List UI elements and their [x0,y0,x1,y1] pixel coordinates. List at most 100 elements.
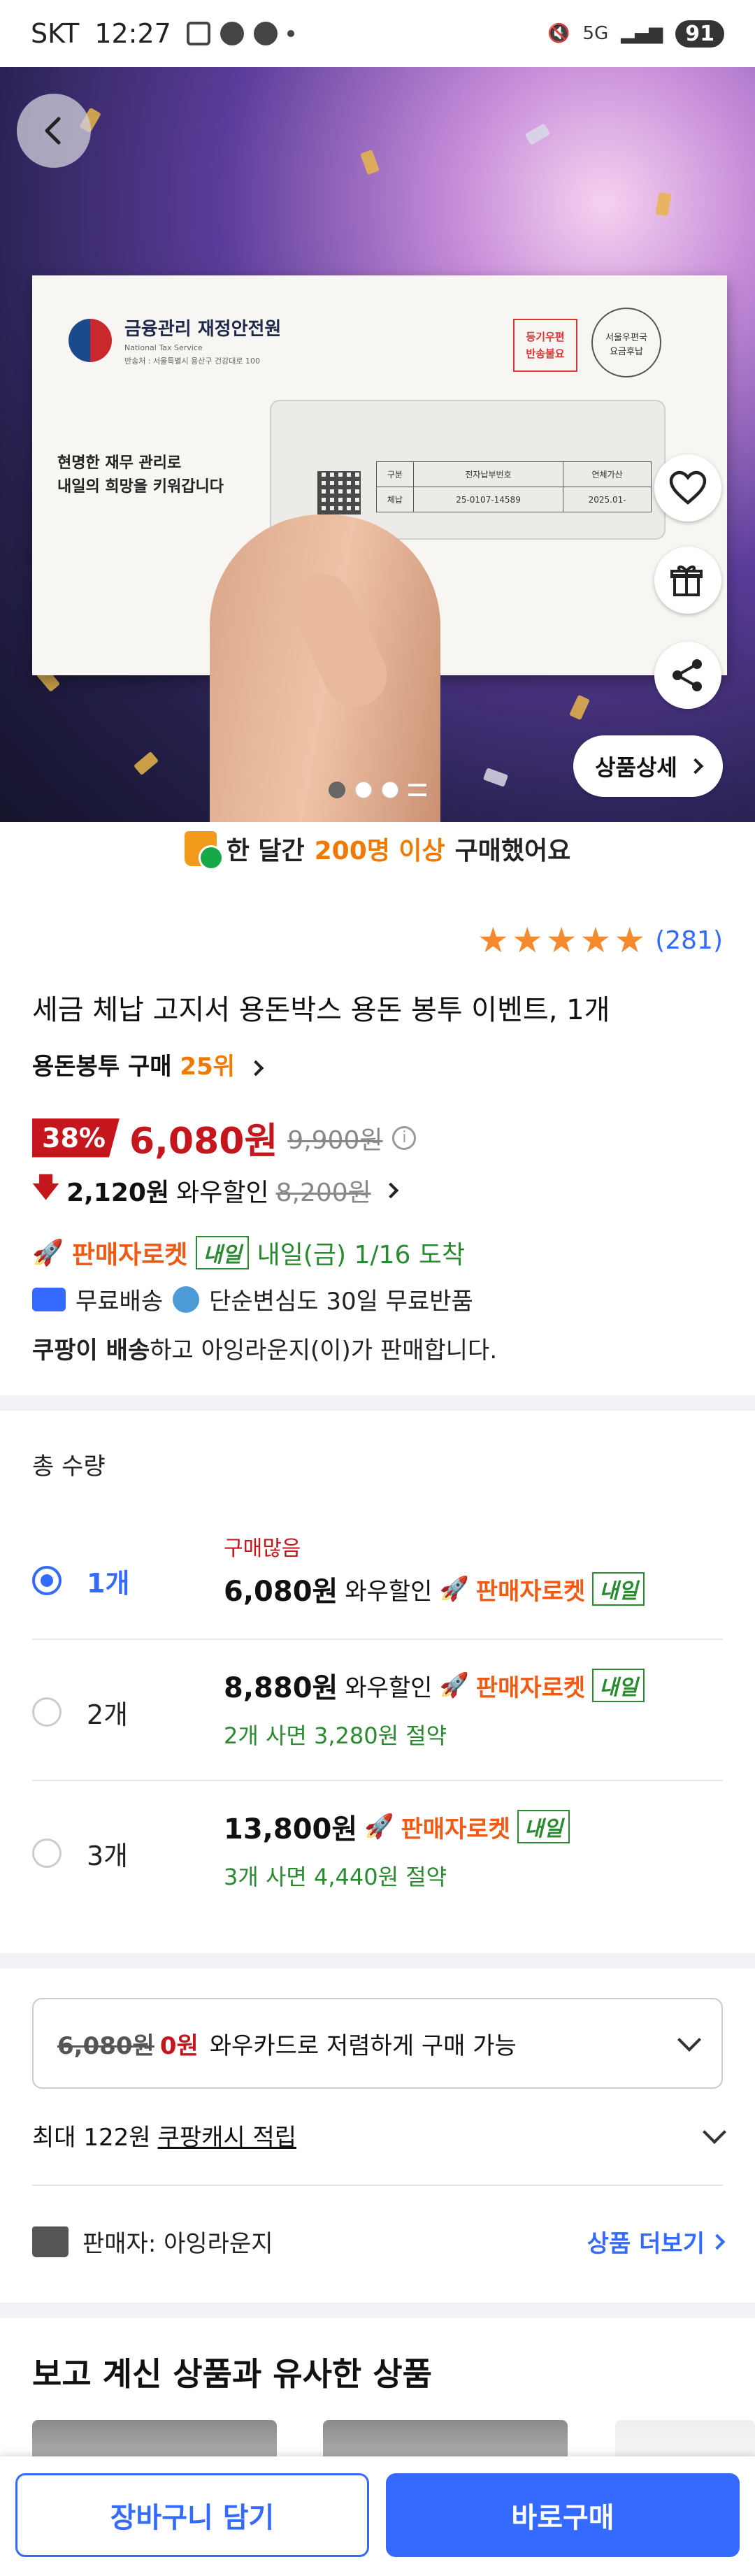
info-icon[interactable]: i [392,1125,417,1150]
battery-indicator: 91 [675,20,724,48]
chevron-left-icon [45,117,61,145]
qr-code-icon [317,471,361,515]
cash-link[interactable]: 쿠팡캐시 적립 [158,2118,297,2152]
option-price: 13,800원 [224,1813,358,1845]
section-divider [0,2303,755,2318]
tomorrow-tag: 내일 [196,1236,249,1269]
bottom-action-bar: 장바구니 담기 바로구매 [0,2456,755,2576]
seller-statement: 쿠팡이 배송하고 아잉라운지(이)가 판매합니다. [32,1331,497,1365]
wow-discount-amount: 2,120원 [66,1178,170,1207]
share-button[interactable] [654,642,721,709]
radio-selected[interactable] [32,1566,62,1595]
confetti [655,192,672,217]
quantity-option-3[interactable]: 3개 13,800원 🚀 판매자로켓 내일 3개 사면 4,440원 절약 [32,1783,723,1922]
back-button[interactable] [17,94,91,168]
carousel-indicator [0,782,755,798]
gift-button[interactable] [654,547,721,614]
arrow-down-icon: 🡇 [32,1172,60,1202]
shipping-return-info: 무료배송 단순변심도 30일 무료반품 [32,1282,473,1316]
wow-original-price: 8,200원 [275,1178,371,1207]
more-products-label: 상품 더보기 [587,2230,705,2258]
chevron-down-icon [677,2028,701,2052]
seller-rocket-label: 판매자로켓 [475,1674,586,1702]
envelope-table: 구분 전자납부번호 연체가산 체납 25-0107-14589 2025.01- [376,461,652,512]
cash-prefix: 최대 122원 [32,2124,151,2152]
quantity-option-2[interactable]: 2개 8,880원 와우할인 🚀 판매자로켓 내일 2개 사면 3,280원 절… [32,1641,723,1781]
wow-discount-label: 와우할인 [176,1178,269,1207]
rocket-icon: 🚀 [364,1813,394,1841]
share-icon [673,659,702,691]
tomorrow-tag: 내일 [592,1669,645,1702]
buy-count-number: 200명 이상 [314,837,445,865]
clock: 12:27 [94,18,171,49]
buy-now-button[interactable]: 바로구매 [386,2473,740,2557]
option-qty: 2개 [87,1699,129,1730]
chevron-right-icon [247,1060,264,1076]
return-icon [173,1286,200,1313]
quantity-option-1[interactable]: 1개 구매많음 6,080원 와우할인 🚀 판매자로켓 내일 [32,1521,723,1640]
cash-reward-row[interactable]: 최대 122원 쿠팡캐시 적립 [32,2118,726,2186]
radio-unselected[interactable] [32,1839,62,1868]
confetti [133,751,159,776]
org-name-en: National Tax Service [124,343,203,352]
option-qty: 3개 [87,1841,129,1871]
seller-rocket-label: 판매자로켓 [71,1241,188,1269]
org-address: 반송처 : 서울특별시 용산구 건강대로 100 [124,357,260,366]
star-icon: ★ [614,920,646,960]
purchase-count-banner: 한 달간 200명 이상 구매했어요 [0,830,755,870]
seller-rocket-label: 판매자로켓 [401,1815,510,1843]
confetti [360,149,380,175]
card-original-price: 6,080원 [57,2031,154,2060]
product-image-carousel[interactable]: 금융관리 재정안전원 National Tax Service 반송처 : 서울… [0,67,755,822]
delivery-info: 🚀 판매자로켓 내일 내일(금) 1/16 도착 [32,1235,465,1271]
carousel-dot [329,782,345,798]
rocket-icon: 🚀 [32,1239,64,1267]
wow-discount-row[interactable]: 🡇 2,120원 와우할인 8,200원 [32,1167,399,1213]
chevron-right-icon [687,758,704,775]
card-offer-text: 와우카드로 저렴하게 구매 가능 [209,2031,517,2060]
coupang-delivery-label: 쿠팡이 배송 [32,1337,150,1365]
product-detail-label: 상품상세 [595,754,677,781]
arrival-date: 내일(금) 1/16 도착 [257,1241,466,1269]
seller-suffix: 하고 아잉라운지(이)가 판매합니다. [150,1337,498,1365]
signal-icon: ▂▄▆ [621,23,663,44]
radio-unselected[interactable] [32,1697,62,1727]
org-name: 금융관리 재정안전원 [124,319,282,340]
rank-value: 25위 [180,1053,235,1081]
star-icon: ★ [580,920,612,960]
more-products-link[interactable]: 상품 더보기 [587,2224,726,2259]
chevron-right-icon [382,1182,399,1198]
status-bar: SKT 12:27 🔇 5G ▂▄▆ 91 [0,0,755,67]
wishlist-button[interactable] [654,454,721,521]
star-icon: ★ [477,920,509,960]
section-divider [0,1395,755,1411]
carousel-dot-active [355,782,372,798]
sale-price: 6,080원 [129,1121,278,1163]
option-price: 8,880원 [224,1672,338,1704]
rating-summary[interactable]: ★ ★ ★ ★ ★ (281) [477,923,723,958]
registered-mail-stamp: 등기우편 반송불요 [513,319,577,372]
rocket-icon: 🚀 [439,1575,469,1603]
category-rank-link[interactable]: 용돈봉투 구매 25위 [32,1047,264,1081]
buy-count-prefix: 한 달간 [226,837,305,865]
similar-products-title: 보고 계신 상품과 유사한 상품 [32,2355,432,2393]
carrier-label: SKT [31,18,80,49]
free-shipping-label: 무료배송 [76,1288,164,1316]
review-count[interactable]: (281) [655,926,723,955]
wow-card-offer[interactable]: 6,080원 0원 와우카드로 저렴하게 구매 가능 [32,1998,723,2089]
org-logo-icon [69,319,112,362]
quantity-label: 총 수량 [32,1453,106,1481]
option-qty: 1개 [87,1568,130,1599]
seller-row: 판매자: 아잉라운지 상품 더보기 [32,2224,726,2259]
mute-icon: 🔇 [547,23,570,44]
gift-icon [670,566,703,596]
more-notifications-icon [287,30,294,37]
wow-label: 와우할인 [345,1674,433,1702]
add-to-cart-button[interactable]: 장바구니 담기 [15,2473,369,2557]
bulk-saving: 3개 사면 4,440원 절약 [224,1864,447,1890]
seller-rocket-label: 판매자로켓 [475,1577,586,1606]
original-price: 9,900원 [287,1125,383,1155]
wow-label: 와우할인 [345,1577,433,1606]
star-icon: ★ [511,920,543,960]
popular-badge: 구매많음 [224,1537,301,1561]
